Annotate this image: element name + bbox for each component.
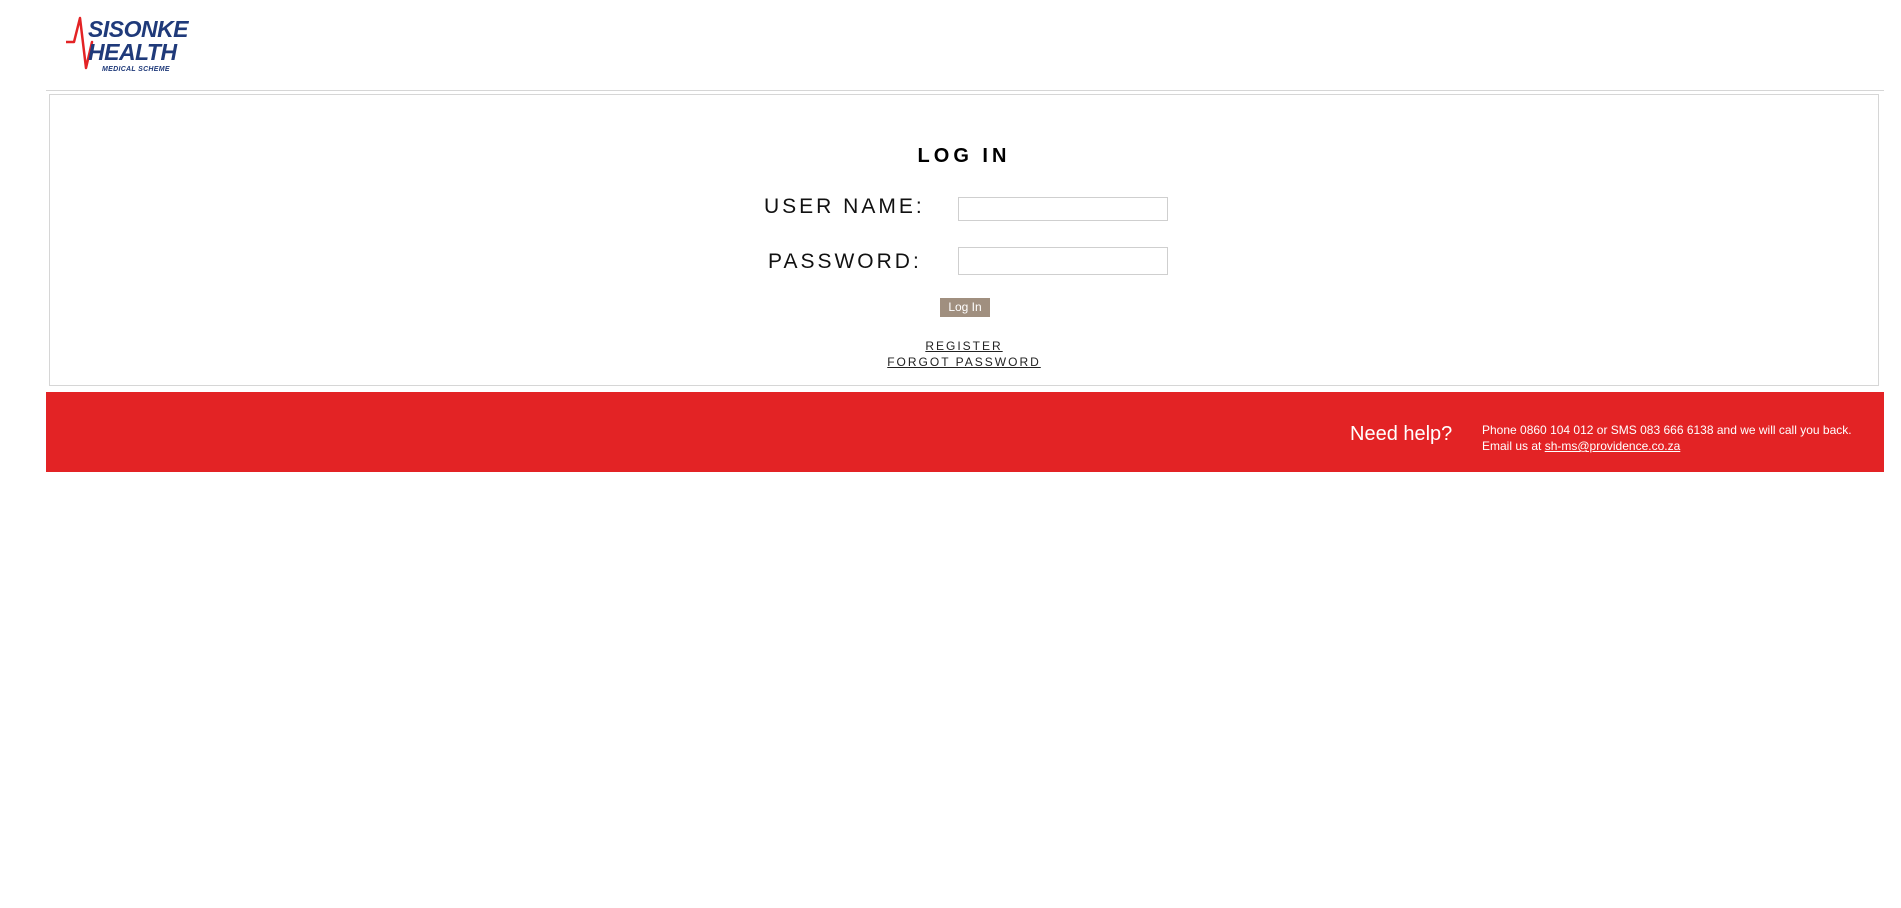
login-panel: LOG IN USER NAME: PASSWORD: Log In REGIS…	[49, 94, 1879, 386]
username-input[interactable]	[958, 197, 1168, 221]
password-input[interactable]	[958, 247, 1168, 275]
contact-info: Phone 0860 104 012 or SMS 083 666 6138 a…	[1482, 422, 1852, 454]
username-label: USER NAME:	[764, 195, 925, 218]
contact-phone-text: Phone 0860 104 012 or SMS 083 666 6138 a…	[1482, 423, 1852, 437]
contact-email-line: Email us at sh-ms@providence.co.za	[1482, 438, 1852, 454]
register-link[interactable]: REGISTER	[50, 339, 1878, 353]
password-label: PASSWORD:	[768, 250, 922, 273]
login-button[interactable]: Log In	[940, 298, 990, 317]
header: SISONKE HEALTH MEDICAL SCHEME	[46, 0, 1884, 91]
logo-wordmark: SISONKE HEALTH MEDICAL SCHEME	[88, 16, 189, 74]
logo-line-health: HEALTH	[88, 39, 177, 65]
logo-line-sisonke: SISONKE	[88, 16, 189, 42]
contact-email-link[interactable]: sh-ms@providence.co.za	[1545, 439, 1681, 453]
login-page: SISONKE HEALTH MEDICAL SCHEME LOG IN USE…	[0, 0, 1901, 908]
contact-email-prefix: Email us at	[1482, 439, 1545, 453]
forgot-password-link[interactable]: FORGOT PASSWORD	[50, 355, 1878, 369]
help-footer: Need help? Phone 0860 104 012 or SMS 083…	[46, 392, 1884, 472]
logo-line-medical-scheme: MEDICAL SCHEME	[102, 66, 170, 73]
need-help-heading: Need help?	[1350, 423, 1453, 445]
sisonke-health-logo[interactable]: SISONKE HEALTH MEDICAL SCHEME	[66, 16, 189, 74]
login-title: LOG IN	[917, 145, 1011, 167]
